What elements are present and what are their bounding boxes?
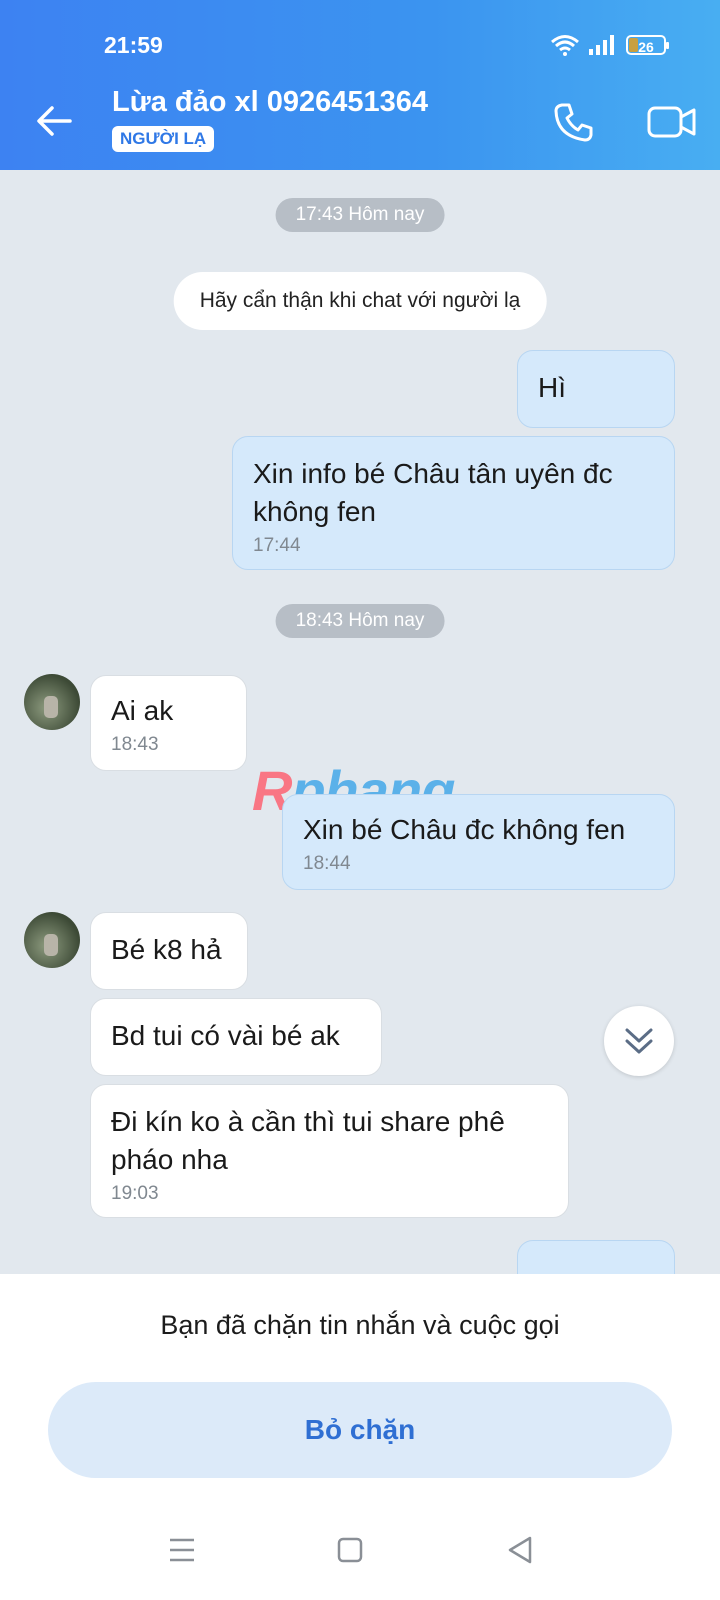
message-time: 19:03 (111, 1183, 159, 1204)
stranger-warning: Hãy cẩn thận khi chat với người lạ (173, 272, 547, 330)
unblock-button[interactable]: Bỏ chặn (48, 1382, 672, 1478)
blocked-message: Bạn đã chặn tin nhắn và cuộc gọi (160, 1310, 560, 1340)
message-time: 18:43 (111, 734, 159, 755)
message-list[interactable]: 17:43 Hôm nay Hãy cẩn thận khi chat với … (0, 170, 720, 1274)
date-separator: 18:43 Hôm nay (275, 604, 445, 638)
message-bubble[interactable]: Bd tui có vài bé ak (90, 998, 382, 1076)
stranger-badge: NGƯỜI LẠ (112, 126, 215, 152)
message-bubble-partial[interactable] (517, 1240, 675, 1274)
wifi-icon (551, 35, 579, 56)
signal-icon (589, 35, 614, 55)
status-time: 21:59 (104, 32, 163, 58)
battery-level: 26 (638, 39, 654, 55)
phone-icon[interactable] (552, 100, 596, 144)
message-text: Xin bé Châu đc không fen (303, 814, 626, 845)
message-bubble[interactable]: Hì (517, 350, 675, 428)
menu-icon[interactable] (162, 1530, 202, 1570)
message-bubble[interactable]: Xin bé Châu đc không fen 18:44 (282, 794, 675, 890)
message-text: Bd tui có vài bé ak (111, 1020, 340, 1051)
contact-name[interactable]: Lừa đảo xl 0926451364 (112, 86, 428, 119)
status-icons: 26 (550, 34, 669, 56)
message-text: Đi kín ko à cần thì tui share phê pháo n… (111, 1106, 505, 1175)
avatar[interactable] (24, 674, 80, 730)
avatar[interactable] (24, 912, 80, 968)
double-chevron-down-icon (625, 1028, 653, 1054)
battery-fill (629, 38, 639, 52)
message-time: 17:44 (253, 535, 301, 556)
scroll-to-bottom-button[interactable] (604, 1006, 674, 1076)
message-text: Xin info bé Châu tân uyên đc không fen (253, 458, 613, 527)
chat-header: 21:59 26 Lừa đảo xl 0926451364 NGƯỜI LẠ (0, 0, 720, 170)
message-time: 18:44 (303, 853, 351, 874)
date-separator: 17:43 Hôm nay (275, 198, 445, 232)
message-bubble[interactable]: Đi kín ko à cần thì tui share phê pháo n… (90, 1084, 569, 1218)
video-camera-icon[interactable] (646, 100, 698, 144)
home-square-icon[interactable] (330, 1530, 370, 1570)
message-bubble[interactable]: Ai ak 18:43 (90, 675, 247, 771)
blocked-panel: Bạn đã chặn tin nhắn và cuộc gọi Bỏ chặn (0, 1274, 720, 1600)
back-triangle-icon[interactable] (500, 1530, 540, 1570)
battery-indicator: 26 (626, 35, 669, 55)
back-arrow-icon[interactable] (34, 100, 76, 142)
message-bubble[interactable]: Bé k8 hả (90, 912, 248, 990)
message-text: Bé k8 hả (111, 934, 222, 965)
message-text: Ai ak (111, 695, 174, 726)
message-bubble[interactable]: Xin info bé Châu tân uyên đc không fen 1… (232, 436, 675, 570)
message-text: Hì (538, 372, 566, 403)
